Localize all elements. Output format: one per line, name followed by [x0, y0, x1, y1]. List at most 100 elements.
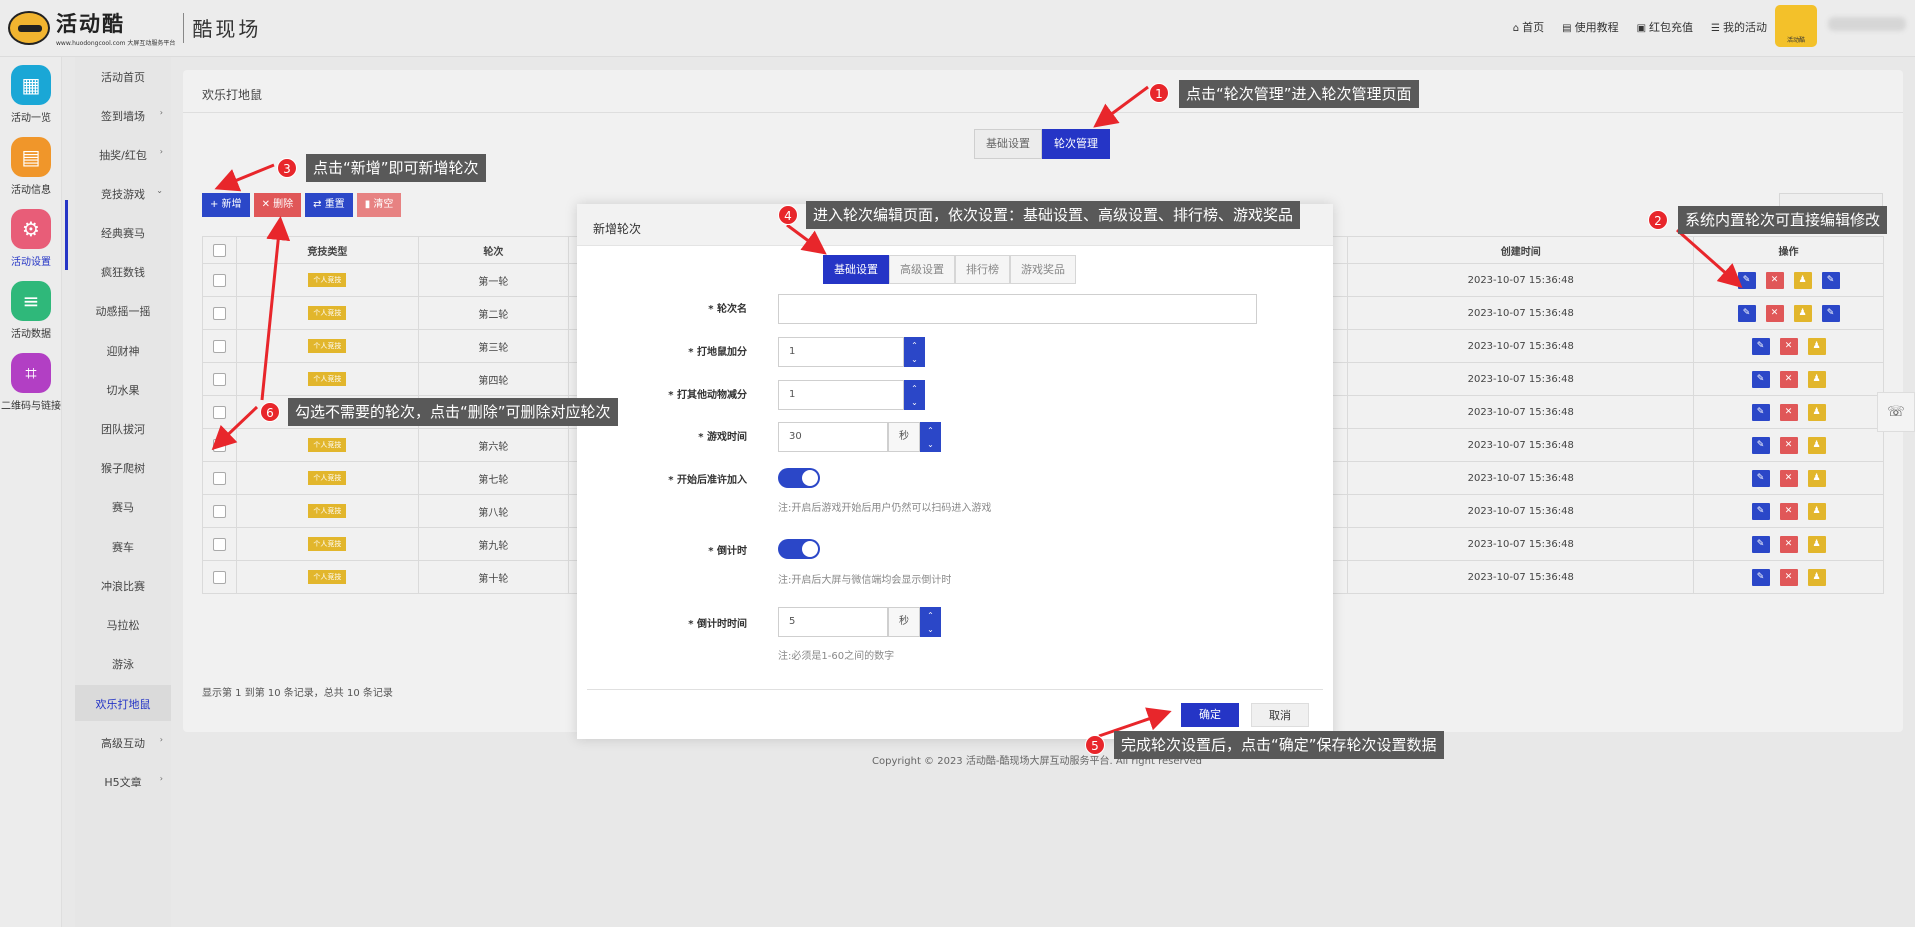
sidebar-item-data[interactable]: ≡ 活动数据 [0, 281, 62, 340]
nav-tutorial[interactable]: ▤ 使用教程 [1562, 19, 1618, 35]
players-button[interactable]: ♟ [1807, 370, 1826, 388]
nav-home[interactable]: ⌂ 首页 [1513, 19, 1544, 35]
row-checkbox[interactable] [212, 273, 226, 287]
hit-minus-stepper[interactable]: ⌃ ⌄ [904, 380, 925, 410]
game-time-stepper[interactable]: ⌃ ⌄ [920, 422, 941, 452]
menu-item[interactable]: H5文章 › [75, 774, 171, 790]
edit-button[interactable]: ✎ [1737, 304, 1756, 322]
players-button[interactable]: ♟ [1807, 568, 1826, 586]
menu-item[interactable]: 团队拔河 [75, 421, 171, 437]
nav-recharge[interactable]: ▣ 红包充值 [1637, 19, 1693, 35]
menu-item[interactable]: 冲浪比赛 [75, 578, 171, 594]
edit-button[interactable]: ✎ [1751, 469, 1770, 487]
players-button[interactable]: ♟ [1807, 469, 1826, 487]
edit-button[interactable]: ✎ [1751, 370, 1770, 388]
tab-basic-settings[interactable]: 基础设置 [974, 129, 1042, 159]
menu-item[interactable]: 高级互动 › [75, 735, 171, 751]
sidebar-item-info[interactable]: ▤ 活动信息 [0, 137, 62, 196]
hit-add-input[interactable]: 1 [778, 337, 904, 367]
avatar[interactable]: 活动酷 [1775, 5, 1817, 47]
edit-button[interactable]: ✎ [1751, 403, 1770, 421]
col-name[interactable]: 轮次 [419, 237, 569, 263]
menu-item[interactable]: 迎财神 [75, 343, 171, 359]
edit-button[interactable]: ✎ [1737, 271, 1756, 289]
round-name-input[interactable] [778, 294, 1257, 324]
menu-item[interactable]: 竞技游戏 ⌄ [75, 186, 171, 202]
customer-service-icon[interactable]: ☏ [1877, 392, 1915, 432]
rank-button[interactable]: ✎ [1821, 304, 1840, 322]
hit-add-stepper[interactable]: ⌃ ⌄ [904, 337, 925, 367]
modal-tab-prizes[interactable]: 游戏奖品 [1010, 255, 1076, 284]
confirm-button[interactable]: 确定 [1181, 703, 1239, 727]
menu-item[interactable]: 经典赛马 [75, 225, 171, 241]
edit-button[interactable]: ✎ [1751, 436, 1770, 454]
row-checkbox[interactable] [212, 306, 226, 320]
menu-item-active[interactable]: 欢乐打地鼠 [75, 696, 171, 712]
delete-row-button[interactable]: ✕ [1765, 271, 1784, 289]
countdown-time-stepper[interactable]: ⌃ ⌄ [920, 607, 941, 637]
edit-button[interactable]: ✎ [1751, 568, 1770, 586]
sidebar-item-qrcode[interactable]: ⌗ 二维码与链接 [0, 353, 62, 412]
delete-row-button[interactable]: ✕ [1765, 304, 1784, 322]
menu-item[interactable]: 疯狂数钱 [75, 264, 171, 280]
menu-item[interactable]: 动感摇一摇 [75, 303, 171, 319]
row-checkbox[interactable] [212, 339, 226, 353]
row-checkbox[interactable] [212, 570, 226, 584]
delete-row-button[interactable]: ✕ [1779, 436, 1798, 454]
delete-row-button[interactable]: ✕ [1779, 403, 1798, 421]
countdown-toggle[interactable] [778, 539, 820, 559]
menu-item[interactable]: 活动首页 [75, 69, 171, 85]
row-checkbox[interactable] [212, 537, 226, 551]
menu-item[interactable]: 切水果 [75, 382, 171, 398]
sidebar-item-overview[interactable]: ▦ 活动一览 [0, 65, 62, 124]
edit-button[interactable]: ✎ [1751, 337, 1770, 355]
rank-button[interactable]: ✎ [1821, 271, 1840, 289]
reset-button[interactable]: ⇄ 重置 [305, 193, 353, 217]
col-type[interactable]: 竞技类型 [237, 237, 419, 263]
allow-join-toggle[interactable] [778, 468, 820, 488]
players-button[interactable]: ♟ [1807, 403, 1826, 421]
players-button[interactable]: ♟ [1807, 502, 1826, 520]
players-button[interactable]: ♟ [1807, 436, 1826, 454]
sidebar-item-settings[interactable]: ⚙ 活动设置 [0, 209, 62, 268]
countdown-time-input[interactable]: 5 [778, 607, 888, 637]
delete-button[interactable]: ✕ 删除 [253, 193, 302, 217]
row-checkbox[interactable] [212, 504, 226, 518]
select-all-checkbox[interactable] [212, 243, 226, 257]
menu-item[interactable]: 马拉松 [75, 617, 171, 633]
delete-row-button[interactable]: ✕ [1779, 568, 1798, 586]
menu-item[interactable]: 赛车 [75, 539, 171, 555]
game-time-input[interactable]: 30 [778, 422, 888, 452]
menu-item[interactable]: 签到墙场 › [75, 108, 171, 124]
add-button[interactable]: + 新增 [202, 193, 250, 217]
modal-tab-basic[interactable]: 基础设置 [823, 255, 889, 284]
delete-row-button[interactable]: ✕ [1779, 535, 1798, 553]
players-button[interactable]: ♟ [1793, 271, 1812, 289]
players-button[interactable]: ♟ [1793, 304, 1812, 322]
delete-row-button[interactable]: ✕ [1779, 337, 1798, 355]
row-checkbox[interactable] [212, 438, 226, 452]
hit-minus-input[interactable]: 1 [778, 380, 904, 410]
edit-button[interactable]: ✎ [1751, 502, 1770, 520]
cancel-button[interactable]: 取消 [1251, 703, 1309, 727]
nav-my-activities[interactable]: ☰ 我的活动 [1711, 19, 1767, 35]
menu-item[interactable]: 游泳 [75, 656, 171, 672]
players-button[interactable]: ♟ [1807, 337, 1826, 355]
delete-row-button[interactable]: ✕ [1779, 469, 1798, 487]
delete-row-button[interactable]: ✕ [1779, 502, 1798, 520]
row-checkbox[interactable] [212, 372, 226, 386]
menu-item[interactable]: 赛马 [75, 499, 171, 515]
row-checkbox[interactable] [212, 405, 226, 419]
edit-button[interactable]: ✎ [1751, 535, 1770, 553]
clear-button[interactable]: ▮ 清空 [356, 193, 402, 217]
username-blurred[interactable] [1828, 17, 1906, 31]
menu-item[interactable]: 猴子爬树 [75, 460, 171, 476]
modal-tab-ranking[interactable]: 排行榜 [955, 255, 1010, 284]
row-checkbox[interactable] [212, 471, 226, 485]
modal-tab-advanced[interactable]: 高级设置 [889, 255, 955, 284]
logo[interactable]: 活动酷 www.huodongcool.com 大屏互动服务平台 酷现场 [8, 8, 261, 47]
players-button[interactable]: ♟ [1807, 535, 1826, 553]
tab-round-management[interactable]: 轮次管理 [1042, 129, 1110, 159]
delete-row-button[interactable]: ✕ [1779, 370, 1798, 388]
col-time[interactable]: 创建时间 [1348, 237, 1695, 263]
